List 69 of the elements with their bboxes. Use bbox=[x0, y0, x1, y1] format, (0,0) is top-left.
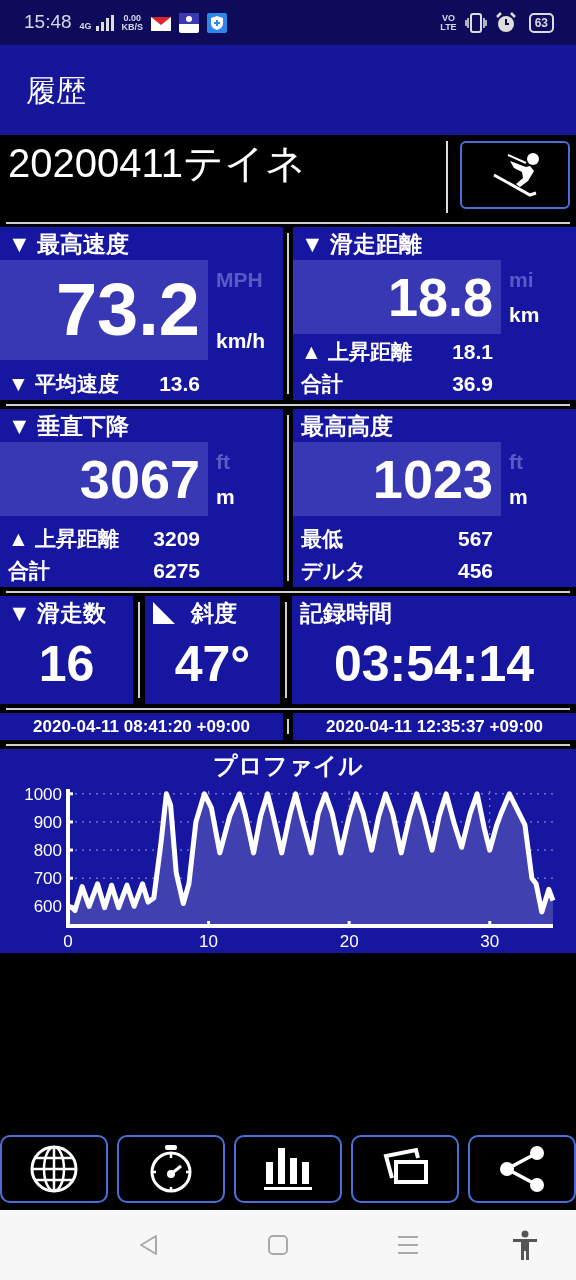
toolbar-button[interactable] bbox=[0, 1135, 108, 1203]
clock-time: 15:48 bbox=[24, 10, 72, 35]
unit-option[interactable]: km/h bbox=[216, 324, 265, 356]
stat-sub-label: デルタ bbox=[301, 558, 367, 584]
stat-label: 記録時間 bbox=[300, 598, 392, 628]
unit-option[interactable]: m bbox=[509, 480, 528, 512]
toolbar-button[interactable] bbox=[117, 1135, 225, 1203]
stat-sub-value: 18.1 bbox=[452, 339, 493, 365]
ski-mode-button[interactable] bbox=[460, 141, 570, 209]
stat-value: 1023 bbox=[293, 442, 501, 516]
screen-title: 履歴 bbox=[26, 72, 86, 109]
chart-title: プロファイル bbox=[212, 751, 364, 781]
stat-value: 73.2 bbox=[0, 260, 208, 360]
stat-label: ▼ 滑走距離 bbox=[300, 230, 424, 259]
globe-icon bbox=[29, 1144, 79, 1194]
network-type: 4G bbox=[79, 21, 92, 31]
axis-label: 700 bbox=[33, 869, 62, 889]
axis-label: 1000 bbox=[24, 784, 62, 804]
toolbar-button[interactable] bbox=[351, 1135, 459, 1203]
toolbar-button[interactable] bbox=[234, 1135, 342, 1203]
accessibility-icon[interactable] bbox=[512, 1230, 538, 1260]
stat-label: ▼ 滑走数 bbox=[8, 598, 107, 628]
speed-unit: KB/S bbox=[121, 22, 144, 32]
stat-sub-label: 合計 bbox=[8, 558, 50, 584]
battery-indicator: 63 bbox=[528, 12, 554, 33]
stat-value: 16 bbox=[37, 635, 96, 694]
axis-label: 10 bbox=[199, 932, 219, 951]
session-name: 20200411テイネ bbox=[8, 141, 307, 185]
axis-label: 0 bbox=[63, 932, 73, 951]
mail-icon bbox=[151, 14, 172, 31]
slope-icon bbox=[153, 601, 175, 624]
volte-label: LTE bbox=[440, 22, 457, 32]
stat-value: 47° bbox=[173, 635, 252, 694]
unit-option[interactable]: km bbox=[509, 298, 540, 330]
stat-label: 斜度 bbox=[191, 598, 237, 628]
stat-label: ▼ 垂直下降 bbox=[7, 412, 131, 441]
axis-label: 900 bbox=[33, 812, 62, 832]
stat-label: 最高高度 bbox=[300, 412, 394, 441]
stat-sub-label: 合計 bbox=[301, 371, 343, 397]
stat-sub-value: 36.9 bbox=[452, 371, 493, 397]
stat-sub-value: 6275 bbox=[153, 558, 200, 584]
stat-value: 18.8 bbox=[293, 260, 501, 334]
stat-sub-value: 3209 bbox=[153, 526, 200, 552]
stat-sub-label: 最低 bbox=[301, 526, 343, 552]
volte-label: VO bbox=[440, 13, 456, 23]
vibrate-icon bbox=[464, 12, 487, 33]
stat-label: ▼ 最高速度 bbox=[7, 230, 131, 259]
stat-value: 03:54:14 bbox=[332, 635, 536, 694]
stat-sub-value: 13.6 bbox=[159, 371, 200, 397]
axis-label: 20 bbox=[339, 932, 359, 951]
stat-sub-label: ▼ 平均速度 bbox=[8, 371, 119, 397]
stat-sub-value: 567 bbox=[457, 526, 493, 552]
share-icon bbox=[497, 1144, 547, 1194]
timestamp: 2020-04-11 08:41:20 +09:00 bbox=[0, 713, 283, 740]
toolbar-button[interactable] bbox=[468, 1135, 576, 1203]
stat-value: 3067 bbox=[0, 442, 208, 516]
axis-label: 600 bbox=[33, 897, 62, 917]
alarm-icon bbox=[494, 12, 517, 33]
stat-sub-label: ▲ 上昇距離 bbox=[8, 526, 119, 552]
stat-sub-value: 456 bbox=[457, 558, 493, 584]
stat-sub-label: ▲ 上昇距離 bbox=[301, 339, 412, 365]
shield-icon bbox=[207, 12, 228, 33]
signal-icon bbox=[95, 14, 114, 31]
data-speed: 0.00 bbox=[122, 13, 143, 23]
axis-label: 30 bbox=[480, 932, 500, 951]
timestamp: 2020-04-11 12:35:37 +09:00 bbox=[293, 713, 576, 740]
axis-label: 800 bbox=[33, 841, 62, 861]
app-icon bbox=[179, 12, 200, 33]
unit-option[interactable]: m bbox=[216, 480, 235, 512]
